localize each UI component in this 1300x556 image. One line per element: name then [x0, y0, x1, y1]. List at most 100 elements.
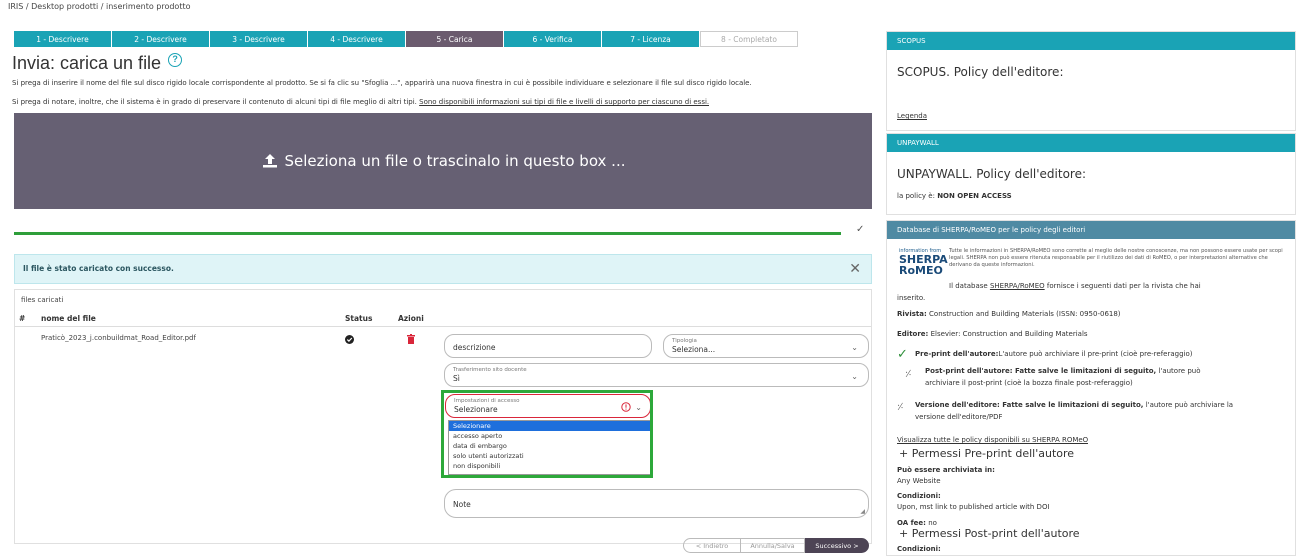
partial-check-icon: ⸓	[905, 369, 912, 380]
breadcrumb[interactable]: IRIS / Desktop prodotti / inserimento pr…	[8, 2, 191, 11]
intro-line-1: Si prega di inserire il nome del file su…	[12, 79, 752, 87]
step-5-active[interactable]: 5 - Carica	[406, 31, 504, 47]
tipologia-select[interactable]: Tipologia Seleziona... ⌄	[663, 334, 869, 358]
back-button[interactable]: < Indietro	[683, 538, 741, 553]
tipologia-label: Tipologia	[672, 338, 697, 344]
step-3[interactable]: 3 - Descrivere	[210, 31, 308, 47]
file-dropzone[interactable]: Seleziona un file o trascinalo in questo…	[14, 113, 872, 209]
step-2[interactable]: 2 - Descrivere	[112, 31, 210, 47]
alert-text: Il file è stato caricato con successo.	[23, 264, 174, 273]
sherpa-db-line: Il database SHERPA/RoMEO fornisce i segu…	[949, 282, 1201, 290]
description-placeholder: descrizione	[453, 343, 496, 352]
preprint-line: Pre-print dell'autore:L'autore può archi…	[915, 350, 1192, 358]
version-text: l'autore può archiviare la	[1145, 401, 1234, 409]
next-button[interactable]: Successivo >	[805, 538, 869, 553]
all-policies-link[interactable]: Visualizza tutte le policy disponibili s…	[897, 436, 1088, 444]
oa-fee-label: OA fee:	[897, 519, 926, 527]
chevron-down-icon: ⌄	[851, 372, 858, 381]
conditions-value: Upon, mst link to published article with…	[897, 503, 1050, 511]
col-actions: Azioni	[398, 314, 424, 323]
success-alert: Il file è stato caricato con successo. ✕	[14, 254, 872, 284]
tipologia-value: Seleziona...	[672, 345, 716, 354]
description-input[interactable]: descrizione	[444, 334, 652, 358]
unpaywall-panel: UNPAYWALL UNPAYWALL. Policy dell'editore…	[886, 133, 1296, 215]
unpaywall-policy-prefix: la policy è:	[897, 192, 935, 200]
wizard-steps: 1 - Descrivere 2 - Descrivere 3 - Descri…	[14, 31, 798, 47]
trash-icon[interactable]	[407, 334, 415, 344]
scopus-header: SCOPUS	[887, 32, 1295, 50]
preprint-label: Pre-print dell'autore:	[915, 350, 999, 358]
close-icon[interactable]: ✕	[849, 261, 861, 277]
step-8: 8 - Completato	[700, 31, 798, 47]
conditions-label: Condizioni:	[897, 492, 941, 500]
db-suffix: fornisce i seguenti dati per la rivista …	[1046, 282, 1201, 290]
step-1[interactable]: 1 - Descrivere	[14, 31, 112, 47]
cancel-save-button[interactable]: Annulla/Salva	[741, 538, 805, 553]
sherpa-romeo-link[interactable]: SHERPA/RoMEO	[990, 282, 1045, 290]
step-4[interactable]: 4 - Descrivere	[308, 31, 406, 47]
trasferimento-value: Sì	[453, 374, 460, 383]
publisher-label: Editore:	[897, 330, 929, 338]
partial-check-icon: ⸓	[897, 402, 904, 413]
scopus-title: SCOPUS. Policy dell'editore:	[897, 65, 1064, 79]
postprint-text-2: archiviare il post-print (cioè la bozza …	[925, 379, 1133, 387]
unpaywall-title: UNPAYWALL. Policy dell'editore:	[897, 167, 1087, 181]
status-ok-icon	[345, 335, 354, 344]
uploaded-filename[interactable]: Praticò_2023_j.conbuildmat_Road_Editor.p…	[41, 334, 196, 342]
logo-romeo: RoMEO	[899, 264, 943, 277]
resize-handle-icon[interactable]: ◢	[860, 508, 865, 515]
upload-icon	[262, 154, 277, 168]
db-suffix-2: inserito.	[897, 294, 926, 302]
version-text-2: versione dell'editore/PDF	[915, 413, 1003, 421]
version-label: Versione dell'editore: Fatte salve le li…	[915, 401, 1144, 409]
postprint-text: l'autore può	[1158, 367, 1201, 375]
note-placeholder: Note	[453, 500, 471, 509]
conditions-label-2: Condizioni:	[897, 545, 941, 553]
db-prefix: Il database	[949, 282, 988, 290]
perm-postprint-text: Permessi Post-print dell'autore	[911, 527, 1080, 540]
legend-link[interactable]: Legenda	[897, 112, 927, 120]
expand-icon: +	[899, 447, 912, 460]
page-title: Invia: carica un file	[12, 53, 162, 73]
oa-fee-line: OA fee: no	[897, 519, 937, 527]
col-status: Status	[345, 314, 373, 323]
intro-line-2-text: Si prega di notare, inoltre, che il sist…	[12, 98, 417, 106]
unpaywall-policy-value: NON OPEN ACCESS	[937, 192, 1012, 200]
trasferimento-select[interactable]: Trasferimento sito docente Sì ⌄	[444, 363, 869, 387]
perm-postprint-title[interactable]: + Permessi Post-print dell'autore	[899, 527, 1080, 540]
perm-preprint-text: Permessi Pre-print dell'autore	[911, 447, 1075, 460]
publisher-line: Editore: Elsevier: Construction and Buil…	[897, 330, 1088, 338]
check-icon: ✓	[856, 224, 865, 235]
chevron-down-icon: ⌄	[851, 343, 858, 352]
preprint-text: L'autore può archiviare il pre-print (ci…	[998, 350, 1193, 358]
step-7[interactable]: 7 - Licenza	[602, 31, 700, 47]
file-types-link[interactable]: Sono disponibili informazioni sui tipi d…	[419, 98, 709, 106]
journal-value: Construction and Building Materials (ISS…	[929, 310, 1121, 318]
archive-value: Any Website	[897, 477, 941, 485]
trasferimento-label: Trasferimento sito docente	[453, 367, 527, 373]
journal-label: Rivista:	[897, 310, 927, 318]
sherpa-disclaimer: Tutte le informazioni in SHERPA/RoMEO so…	[949, 248, 1283, 268]
sherpa-romeo-logo: information from SHERPA RoMEO	[899, 248, 948, 282]
postprint-line: Post-print dell'autore: Fatte salve le l…	[925, 367, 1201, 375]
intro-line-2: Si prega di notare, inoltre, che il sist…	[12, 98, 709, 106]
sherpa-panel: Database di SHERPA/RoMEO per le policy d…	[886, 220, 1296, 556]
note-textarea[interactable]: Note ◢	[444, 489, 869, 518]
sherpa-header: Database di SHERPA/RoMEO per le policy d…	[887, 221, 1295, 239]
page-title-row: Invia: carica un file ?	[12, 53, 183, 74]
journal-line: Rivista: Construction and Building Mater…	[897, 310, 1121, 318]
highlight-annotation	[441, 390, 653, 478]
table-divider	[15, 326, 871, 327]
dropzone-label: Seleziona un file o trascinalo in questo…	[284, 152, 626, 170]
step-6[interactable]: 6 - Verifica	[504, 31, 602, 47]
unpaywall-header: UNPAYWALL	[887, 134, 1295, 152]
archive-label: Può essere archiviata in:	[897, 466, 995, 474]
col-filename: nome del file	[41, 314, 96, 323]
app-root: IRIS / Desktop prodotti / inserimento pr…	[0, 0, 1300, 556]
upload-progress-bar	[14, 232, 841, 235]
help-icon[interactable]: ?	[168, 53, 183, 67]
col-hash: #	[19, 314, 26, 323]
unpaywall-policy: la policy è: NON OPEN ACCESS	[897, 192, 1012, 200]
perm-preprint-title[interactable]: + Permessi Pre-print dell'autore	[899, 447, 1074, 460]
oa-fee-value: no	[928, 519, 937, 527]
